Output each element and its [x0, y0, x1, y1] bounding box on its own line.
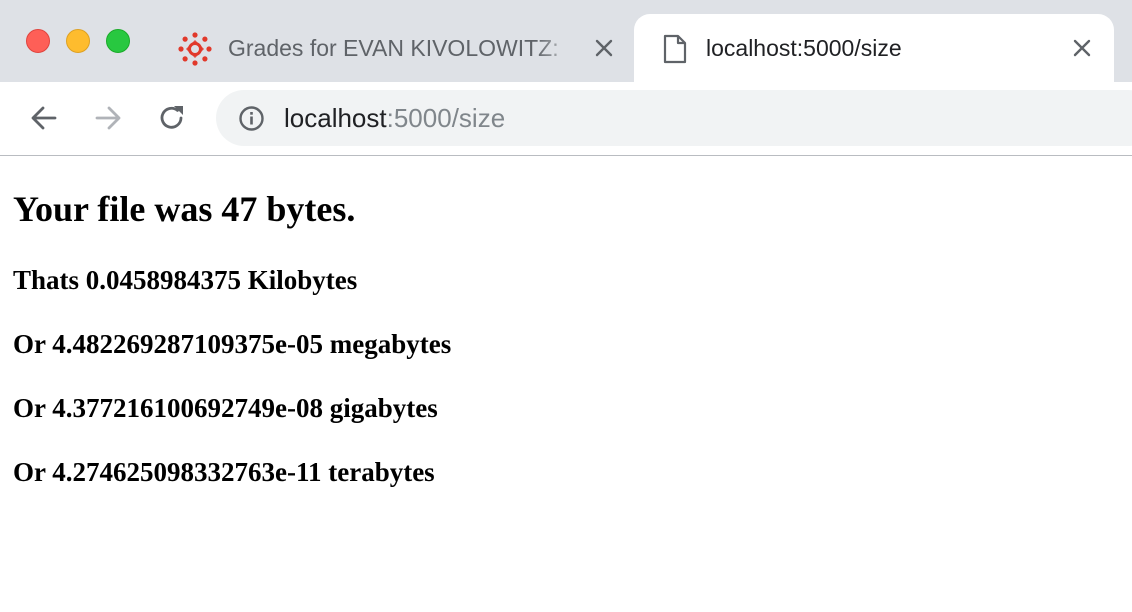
url-text[interactable]: localhost:5000/size [284, 103, 505, 133]
gigabytes-line: Or 4.377216100692749e-08 gigabytes [13, 393, 438, 423]
tab-grades[interactable]: Grades for EVAN KIVOLOWITZ: [160, 14, 632, 82]
browser-toolbar: localhost:5000/size [0, 82, 1132, 156]
page-content: Your file was 47 bytes. Thats 0.04589843… [0, 156, 1132, 612]
terabytes-line: Or 4.274625098332763e-11 terabytes [13, 457, 435, 487]
window-zoom-button[interactable] [106, 29, 130, 53]
tab-title: Grades for EVAN KIVOLOWITZ: [228, 35, 559, 61]
tab-title: localhost:5000/size [706, 35, 902, 61]
document-icon [662, 34, 688, 64]
close-icon[interactable] [1070, 36, 1094, 60]
info-icon[interactable] [238, 105, 265, 132]
close-icon[interactable] [592, 36, 616, 60]
window-minimize-button[interactable] [66, 29, 90, 53]
tab-size[interactable]: localhost:5000/size [634, 14, 1114, 82]
url-host: localhost [284, 103, 387, 133]
canvas-lms-icon [178, 32, 212, 66]
forward-arrow-icon[interactable] [90, 100, 126, 136]
tab-strip: Grades for EVAN KIVOLOWITZ: localhost:50… [0, 0, 1132, 82]
back-arrow-icon[interactable] [26, 100, 62, 136]
reload-icon[interactable] [154, 100, 190, 136]
url-path: :5000/size [386, 103, 506, 133]
file-size-heading: Your file was 47 bytes. [13, 189, 356, 229]
megabytes-line: Or 4.482269287109375e-05 megabytes [13, 329, 452, 359]
window-close-button[interactable] [26, 29, 50, 53]
address-bar[interactable]: localhost:5000/size [216, 90, 1132, 146]
browser-window: Grades for EVAN KIVOLOWITZ: localhost:50… [0, 0, 1132, 612]
kilobytes-line: Thats 0.0458984375 Kilobytes [13, 265, 358, 295]
